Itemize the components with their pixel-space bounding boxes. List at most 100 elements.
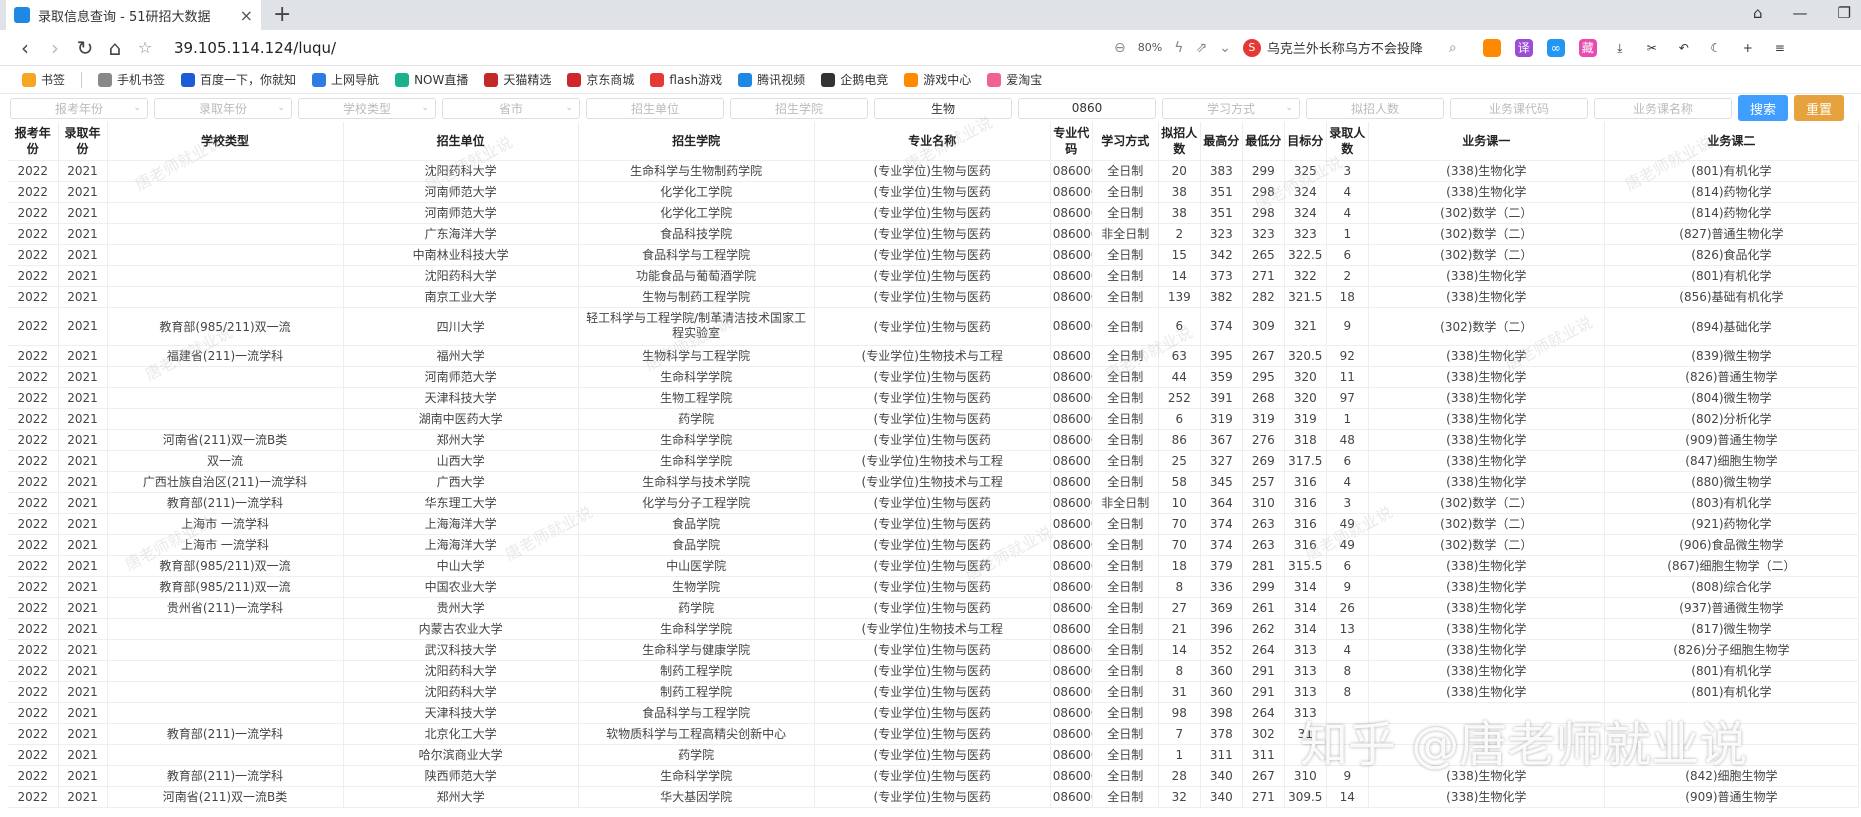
new-tab-icon[interactable]: + bbox=[273, 2, 291, 27]
column-header[interactable]: 录取年份 bbox=[58, 122, 108, 161]
column-header[interactable]: 专业代码 bbox=[1050, 122, 1093, 161]
table-cell bbox=[107, 181, 344, 203]
column-header[interactable]: 业务课一 bbox=[1368, 122, 1605, 161]
table-cell: 086000 bbox=[1050, 387, 1093, 409]
column-header[interactable]: 拟招人数 bbox=[1158, 122, 1201, 161]
table-row[interactable]: 2022 2021 教育部(211)一流学科 华东理工大学 化学与分子工程学院 (专业学位… bbox=[8, 492, 1860, 514]
tab-close-icon[interactable]: × bbox=[240, 6, 253, 25]
filter-field[interactable]: 生物 bbox=[874, 97, 1012, 119]
star-icon[interactable]: ☆ bbox=[130, 38, 160, 57]
bookmark-item[interactable]: 书签 bbox=[22, 71, 65, 88]
bookmark-item[interactable]: 游戏中心 bbox=[904, 71, 971, 88]
filter-field[interactable]: 拟招人数 bbox=[1306, 97, 1444, 119]
column-header[interactable]: 招生学院 bbox=[578, 122, 815, 161]
column-header[interactable]: 报考年份 bbox=[8, 122, 59, 161]
table-row[interactable]: 2022 2021 贵州省(211)一流学科 贵州大学 药学院 (专业学位)生物与医药 08… bbox=[8, 597, 1860, 619]
filter-field[interactable]: 学习方式 ⌄ bbox=[1162, 97, 1300, 119]
column-header[interactable]: 专业名称 bbox=[814, 122, 1051, 161]
restore-icon[interactable]: ❐ bbox=[1838, 4, 1851, 22]
column-header[interactable]: 录取人数 bbox=[1326, 122, 1369, 161]
table-row[interactable]: 2022 2021 河南省(211)双一流B类 郑州大学 华大基因学院 (专业学位)生物与… bbox=[8, 786, 1860, 808]
home-icon[interactable]: ⌂ bbox=[100, 36, 130, 60]
bookmark-item[interactable]: 上网导航 bbox=[312, 71, 379, 88]
bookmark-item[interactable]: 天猫精选 bbox=[484, 71, 551, 88]
table-row[interactable]: 2022 2021 教育部(985/211)双一流 中国农业大学 生物学院 (专业学位)生… bbox=[8, 576, 1860, 598]
table-row[interactable]: 20222021 沈阳药科大学制药工程学院(专业学位)生物与医药086000全日制… bbox=[8, 681, 1860, 703]
table-row[interactable]: 2022 2021 沈阳药科大学 生命科学与生物制药学院 (专业学位)生物与医药 0860… bbox=[8, 160, 1860, 182]
forward-icon[interactable]: › bbox=[40, 36, 70, 60]
filter-field[interactable]: 学校类型 ⌄ bbox=[298, 97, 436, 119]
table-row[interactable]: 20222021 内蒙古农业大学生命科学学院(专业学位)生物技术与工程086001… bbox=[8, 618, 1860, 640]
dark-mode-icon[interactable]: ☾ bbox=[1707, 39, 1725, 57]
table-row[interactable]: 2022 2021 教育部(985/211)双一流 中山大学 中山医学院 (专业学位)生物… bbox=[8, 555, 1860, 577]
filter-field[interactable]: 0860 bbox=[1018, 97, 1156, 119]
filter-field[interactable]: 业务课代码 bbox=[1450, 97, 1588, 119]
table-row[interactable]: 2022 2021 沈阳药科大学 功能食品与葡萄酒学院 (专业学位)生物与医药 08600… bbox=[8, 265, 1860, 287]
chevron-down-icon[interactable]: ⌄ bbox=[1219, 40, 1231, 56]
reload-icon[interactable]: ↻ bbox=[70, 36, 100, 60]
filter-field[interactable]: 招生单位 bbox=[586, 97, 724, 119]
table-row[interactable]: 20222021 南京工业大学生物与制药工程学院(专业学位)生物与医药086000… bbox=[8, 286, 1860, 308]
browser-tab[interactable]: 录取信息查询 - 51研招大数据 × bbox=[6, 0, 261, 30]
table-row[interactable]: 2022 2021 福建省(211)一流学科 福州大学 生物科学与工程学院 (专业学位)生… bbox=[8, 345, 1860, 367]
filter-field[interactable]: 招生学院 bbox=[730, 97, 868, 119]
table-row[interactable]: 20222021双一流山西大学生命科学学院(专业学位)生物技术与工程086001… bbox=[8, 450, 1860, 472]
table-row[interactable]: 2022 2021 中南林业科技大学 食品科学与工程学院 (专业学位)生物与医药 0860… bbox=[8, 244, 1860, 266]
undo-icon[interactable]: ↶ bbox=[1675, 39, 1693, 57]
lightning-icon[interactable]: ϟ bbox=[1174, 40, 1183, 56]
table-row[interactable]: 2022 2021 教育部(985/211)双一流 四川大学 轻工科学与工程学院/制革清… bbox=[8, 307, 1860, 346]
bookmark-item[interactable]: 京东商城 bbox=[567, 71, 634, 88]
column-header[interactable]: 业务课二 bbox=[1604, 122, 1860, 161]
column-header[interactable]: 最高分 bbox=[1200, 122, 1243, 161]
table-row[interactable]: 20222021 河南师范大学生命科学学院(专业学位)生物与医药086000全日制… bbox=[8, 366, 1860, 388]
menu-icon[interactable]: ≡ bbox=[1771, 39, 1789, 57]
column-header[interactable]: 目标分 bbox=[1284, 122, 1327, 161]
scissors-icon[interactable]: ✂ bbox=[1643, 39, 1661, 57]
bookmark-item[interactable]: 爱淘宝 bbox=[987, 71, 1042, 88]
table-row[interactable]: 2022 2021 广西壮族自治区(211)一流学科 广西大学 生命科学与技术学院 (专业… bbox=[8, 471, 1860, 493]
table-cell: (338)生物化学 bbox=[1368, 576, 1605, 598]
column-header[interactable]: 招生单位 bbox=[343, 122, 579, 161]
url-input[interactable]: 39.105.114.124/luqu/ bbox=[174, 39, 1114, 57]
search-icon[interactable]: ⌕ bbox=[1449, 40, 1457, 56]
table-row[interactable]: 20222021 河南师范大学化学化工学院(专业学位)生物与医药086000全日制… bbox=[8, 181, 1860, 203]
table-row[interactable]: 20222021湖南中医药大学药学院(专业学位)生物与医药086000全日制63… bbox=[8, 408, 1860, 430]
table-row[interactable]: 20222021 河南师范大学化学化工学院(专业学位)生物与医药086000全日制… bbox=[8, 202, 1860, 224]
table-row[interactable]: 2022 2021 上海市 一流学科 上海海洋大学 食品学院 (专业学位)生物与医药 086… bbox=[8, 534, 1860, 556]
search-button[interactable]: 搜索 bbox=[1738, 95, 1788, 121]
collect-ext-icon[interactable]: 藏 bbox=[1578, 38, 1597, 57]
column-header[interactable]: 学校类型 bbox=[107, 122, 344, 161]
zoom-level[interactable]: 80% bbox=[1138, 41, 1162, 54]
table-cell: (专业学位)生物与医药 bbox=[814, 660, 1051, 682]
infinity-ext-icon[interactable]: ∞ bbox=[1546, 38, 1565, 57]
back-icon[interactable]: ‹ bbox=[10, 36, 40, 60]
share-icon[interactable]: ⇗ bbox=[1195, 40, 1207, 56]
table-row[interactable]: 2022 2021 上海市 一流学科 上海海洋大学 食品学院 (专业学位)生物与医药 086… bbox=[8, 513, 1860, 535]
table-row[interactable]: 20222021 天津科技大学生物工程学院(专业学位)生物与医药086000全日制… bbox=[8, 387, 1860, 409]
filter-field[interactable]: 省市 ⌄ bbox=[442, 97, 580, 119]
download-icon[interactable]: ⤓ bbox=[1611, 39, 1629, 57]
reset-button[interactable]: 重置 bbox=[1794, 95, 1844, 121]
filter-field[interactable]: 业务课名称 bbox=[1594, 97, 1732, 119]
column-header[interactable]: 学习方式 bbox=[1092, 122, 1159, 161]
search-box[interactable]: S 乌克兰外长称乌方不会投降 bbox=[1242, 38, 1443, 57]
bookmark-item[interactable]: 手机书签 bbox=[98, 71, 165, 88]
bookmark-item[interactable]: 百度一下，你就知 bbox=[181, 71, 296, 88]
table-cell: 086001 bbox=[1050, 471, 1093, 493]
add-icon[interactable]: + bbox=[1739, 39, 1757, 57]
bookmark-item[interactable]: flash游戏 bbox=[650, 71, 722, 88]
table-row[interactable]: 2022 2021 河南省(211)双一流B类 郑州大学 生命科学学院 (专业学位)生物与… bbox=[8, 429, 1860, 451]
pin-icon[interactable]: ⌂ bbox=[1753, 4, 1763, 22]
column-header[interactable]: 最低分 bbox=[1242, 122, 1285, 161]
table-row[interactable]: 20222021 广东海洋大学食品科技学院(专业学位)生物与医药086000非全日… bbox=[8, 223, 1860, 245]
minimize-icon[interactable]: — bbox=[1793, 4, 1808, 22]
table-row[interactable]: 20222021 武汉科技大学生命科学与健康学院(专业学位)生物与医药086000… bbox=[8, 639, 1860, 661]
table-row[interactable]: 20222021 沈阳药科大学制药工程学院(专业学位)生物与医药086000全日制… bbox=[8, 660, 1860, 682]
game-ext-icon[interactable] bbox=[1482, 38, 1501, 57]
bookmark-item[interactable]: 企鹅电竞 bbox=[821, 71, 888, 88]
filter-field[interactable]: 录取年份 ⌄ bbox=[154, 97, 292, 119]
translate-ext-icon[interactable]: 译 bbox=[1514, 38, 1533, 57]
bookmark-item[interactable]: 腾讯视频 bbox=[738, 71, 805, 88]
bookmark-item[interactable]: NOW直播 bbox=[395, 71, 468, 88]
filter-field[interactable]: 报考年份 ⌄ bbox=[10, 97, 148, 119]
